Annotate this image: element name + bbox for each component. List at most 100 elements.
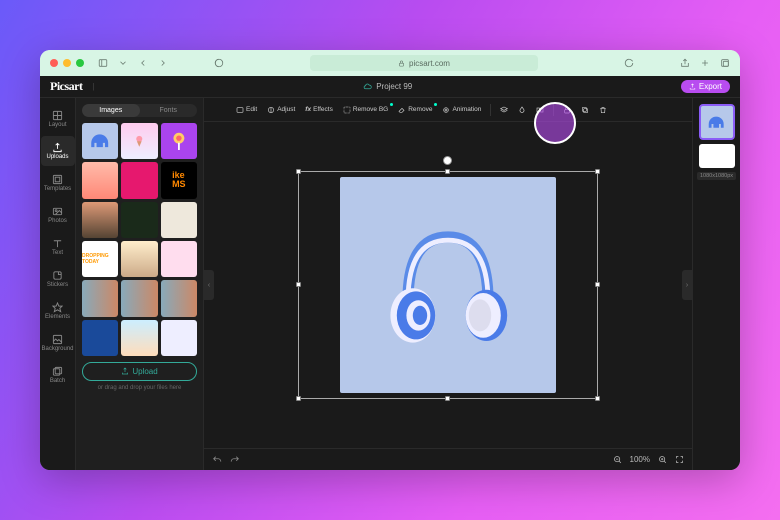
zoom-out-button[interactable] <box>613 455 622 464</box>
zoom-value[interactable]: 100% <box>630 455 650 464</box>
close-window-button[interactable] <box>50 59 58 67</box>
thumb-sunglasses[interactable] <box>82 162 118 198</box>
tool-delete[interactable] <box>595 104 611 116</box>
refresh-icon[interactable] <box>624 58 634 68</box>
titlebar: picsart.com <box>40 50 740 76</box>
thumb-woman-curly[interactable] <box>82 202 118 238</box>
tabs-icon[interactable] <box>720 58 730 68</box>
collapse-right-button[interactable] <box>682 270 692 300</box>
export-button[interactable]: Export <box>681 80 730 93</box>
project-title[interactable]: Project 99 <box>363 82 412 91</box>
thumb-pink-coat[interactable] <box>121 162 157 198</box>
app-body: Layout Uploads Templates Photos Text Sti… <box>40 98 740 470</box>
resize-handle-lc[interactable] <box>296 282 301 287</box>
drop-hint: or drag and drop your files here <box>82 385 197 391</box>
zoom-controls: 100% <box>613 455 684 464</box>
rail-batch[interactable]: Batch <box>41 360 75 390</box>
rotate-handle[interactable] <box>443 156 452 165</box>
fx-icon: fx <box>305 106 311 113</box>
tab-images[interactable]: Images <box>82 104 140 117</box>
url-bar[interactable]: picsart.com <box>310 55 538 71</box>
shield-icon[interactable] <box>214 58 224 68</box>
copy-icon <box>581 106 589 114</box>
logo[interactable]: Picsart <box>50 79 82 94</box>
cloud-icon <box>363 82 372 91</box>
tab-fonts[interactable]: Fonts <box>140 104 198 117</box>
lock-icon <box>398 60 405 67</box>
forward-icon[interactable] <box>158 58 168 68</box>
plus-icon[interactable] <box>700 58 710 68</box>
undo-redo-group <box>212 455 240 465</box>
resize-handle-tl[interactable] <box>296 169 301 174</box>
tool-remove[interactable]: Remove <box>394 104 436 116</box>
upload-icon <box>121 367 129 375</box>
undo-button[interactable] <box>212 455 222 465</box>
rail-text[interactable]: Text <box>41 232 75 262</box>
rail-photos[interactable]: Photos <box>41 200 75 230</box>
rail-layout[interactable]: Layout <box>41 104 75 134</box>
rail-stickers[interactable]: Stickers <box>41 264 75 294</box>
tool-animation[interactable]: Animation <box>438 104 485 116</box>
adjust-icon <box>267 106 275 114</box>
zoom-in-button[interactable] <box>658 455 667 464</box>
ai-badge <box>390 103 393 106</box>
resize-handle-rc[interactable] <box>595 282 600 287</box>
resize-handle-br[interactable] <box>595 396 600 401</box>
thumb-baby[interactable] <box>161 241 197 277</box>
resize-handle-tc[interactable] <box>445 169 450 174</box>
thumb-blue[interactable] <box>82 320 118 356</box>
tool-effects[interactable]: fxEffects <box>301 104 337 115</box>
collapse-left-button[interactable] <box>204 270 214 300</box>
resize-handle-bl[interactable] <box>296 396 301 401</box>
layer-thumb-background[interactable] <box>699 144 735 168</box>
export-icon <box>689 83 696 90</box>
thumb-duo-3[interactable] <box>161 280 197 316</box>
remove-bg-icon <box>343 106 351 114</box>
redo-button[interactable] <box>230 455 240 465</box>
fit-screen-button[interactable] <box>675 455 684 464</box>
sidebar-icon[interactable] <box>98 58 108 68</box>
context-toolbar: Edit Adjust fxEffects Remove BG Remove A… <box>204 98 692 122</box>
trash-icon <box>599 106 607 114</box>
chevron-down-icon[interactable] <box>118 58 128 68</box>
thumb-headphones[interactable] <box>82 123 118 159</box>
rail-elements[interactable]: Elements <box>41 296 75 326</box>
thumb-duo-2[interactable] <box>121 280 157 316</box>
thumb-tote-bag[interactable] <box>161 202 197 238</box>
tool-adjust[interactable]: Adjust <box>263 104 299 116</box>
canvas-dimensions: 1080x1080px <box>697 172 736 180</box>
artboard[interactable] <box>340 177 556 393</box>
thumb-duo-1[interactable] <box>82 280 118 316</box>
maximize-window-button[interactable] <box>76 59 84 67</box>
thumb-family[interactable] <box>121 241 157 277</box>
thumb-beach[interactable] <box>121 320 157 356</box>
share-icon[interactable] <box>680 58 690 68</box>
minimize-window-button[interactable] <box>63 59 71 67</box>
upload-button[interactable]: Upload <box>82 362 197 381</box>
thumb-icecream[interactable] <box>121 123 157 159</box>
tool-position[interactable] <box>496 104 512 116</box>
browser-right-controls <box>680 58 730 68</box>
rail-templates[interactable]: Templates <box>41 168 75 198</box>
tool-edit[interactable]: Edit <box>232 104 261 116</box>
bottom-bar: 100% <box>204 448 692 470</box>
resize-handle-tr[interactable] <box>595 169 600 174</box>
thumb-bike-ms[interactable]: ikeMS <box>161 162 197 198</box>
separator <box>490 104 491 116</box>
resize-handle-bc[interactable] <box>445 396 450 401</box>
back-icon[interactable] <box>138 58 148 68</box>
thumb-yoga[interactable] <box>161 320 197 356</box>
tool-duplicate[interactable] <box>577 104 593 116</box>
thumb-dropping-today[interactable]: DROPPING TODAY <box>82 241 118 277</box>
rail-background[interactable]: Background <box>41 328 75 358</box>
app-header: Picsart | Project 99 Export <box>40 76 740 98</box>
tool-opacity[interactable] <box>514 104 530 116</box>
browser-nav <box>98 58 168 68</box>
tool-remove-bg[interactable]: Remove BG <box>339 104 392 116</box>
canvas-viewport[interactable] <box>204 122 692 448</box>
layer-thumb-headphones[interactable] <box>699 104 735 140</box>
thumb-lollipop[interactable] <box>161 123 197 159</box>
rail-uploads[interactable]: Uploads <box>41 136 75 166</box>
thumb-plant-dark[interactable] <box>121 202 157 238</box>
headphone-image[interactable] <box>368 205 528 365</box>
